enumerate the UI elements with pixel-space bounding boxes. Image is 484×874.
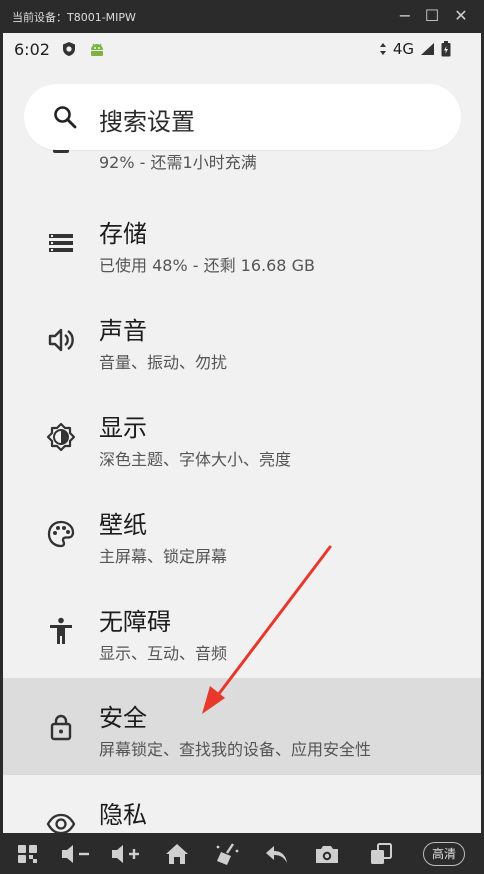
apps-grid-icon[interactable] [14, 841, 42, 867]
brightness-icon [46, 422, 76, 452]
accessibility-title: 无障碍 [99, 608, 171, 636]
minimize-button[interactable]: − [394, 5, 416, 27]
search-placeholder: 搜索设置 [99, 108, 195, 136]
security-subtitle: 屏幕锁定、查找我的设备、应用安全性 [99, 740, 372, 759]
emulator-window: 当前设备：T8001-MIPW − ☐ ✕ 6:02 4G 搜索设置 92% -… [0, 0, 484, 874]
palette-icon [47, 520, 75, 548]
maximize-button[interactable]: ☐ [421, 5, 443, 27]
screenshot-camera-icon[interactable] [313, 841, 341, 867]
data-arrows-icon [379, 43, 386, 55]
display-subtitle: 深色主题、字体大小、亮度 [99, 450, 292, 469]
list-item-privacy[interactable]: 隐私 [3, 775, 481, 833]
storage-title: 存储 [99, 220, 147, 248]
status-bar: 6:02 4G [3, 33, 481, 66]
list-item-display[interactable]: 显示 深色主题、字体大小、亮度 [3, 388, 481, 485]
volume-up-icon[interactable] [108, 841, 144, 867]
list-item-storage[interactable]: 存储 已使用 48% - 还剩 16.68 GB [3, 194, 481, 291]
hd-quality-button[interactable]: 高清 [423, 842, 465, 866]
list-item-accessibility[interactable]: 无障碍 显示、互动、音频 [3, 582, 481, 679]
shield-icon [63, 42, 75, 56]
close-button[interactable]: ✕ [450, 5, 472, 27]
list-item-wallpaper[interactable]: 壁纸 主屏幕、锁定屏幕 [3, 485, 481, 582]
status-time: 6:02 [14, 40, 50, 59]
wallpaper-title: 壁纸 [99, 511, 147, 539]
privacy-title: 隐私 [99, 801, 147, 829]
volume-icon [48, 328, 74, 352]
security-title: 安全 [99, 704, 147, 732]
home-icon[interactable] [163, 841, 191, 867]
display-title: 显示 [99, 414, 147, 442]
search-bar[interactable]: 搜索设置 [24, 84, 461, 150]
search-icon [54, 106, 77, 129]
signal-icon [421, 43, 434, 55]
battery-icon [441, 41, 451, 57]
window-title: 当前设备：T8001-MIPW [12, 11, 136, 24]
storage-icon [49, 234, 73, 252]
sound-title: 声音 [99, 317, 147, 345]
eye-icon [46, 813, 76, 833]
lock-icon [50, 714, 72, 741]
phone-screen: 6:02 4G 搜索设置 92% - 还需1小时充满 存储 已使用 48% - … [3, 33, 481, 833]
storage-subtitle: 已使用 48% - 还剩 16.68 GB [99, 256, 315, 275]
status-right-group: 4G [379, 40, 451, 58]
accessibility-subtitle: 显示、互动、音频 [99, 644, 228, 663]
window-titlebar: 当前设备：T8001-MIPW − ☐ ✕ [0, 0, 484, 33]
clean-broom-icon[interactable] [213, 841, 241, 867]
accessibility-icon [50, 617, 72, 644]
network-type: 4G [392, 40, 414, 58]
wallpaper-subtitle: 主屏幕、锁定屏幕 [99, 547, 228, 566]
emulator-toolbar: 高清 [0, 833, 484, 874]
android-debug-icon [91, 43, 103, 56]
sound-subtitle: 音量、振动、勿扰 [99, 353, 228, 372]
list-item-security[interactable]: 安全 屏幕锁定、查找我的设备、应用安全性 [3, 678, 481, 775]
back-icon[interactable] [263, 841, 291, 867]
volume-down-icon[interactable] [58, 841, 94, 867]
rotate-screen-icon[interactable] [367, 841, 395, 867]
list-item-sound[interactable]: 声音 音量、振动、勿扰 [3, 291, 481, 388]
battery-item-subtitle: 92% - 还需1小时充满 [99, 153, 257, 172]
